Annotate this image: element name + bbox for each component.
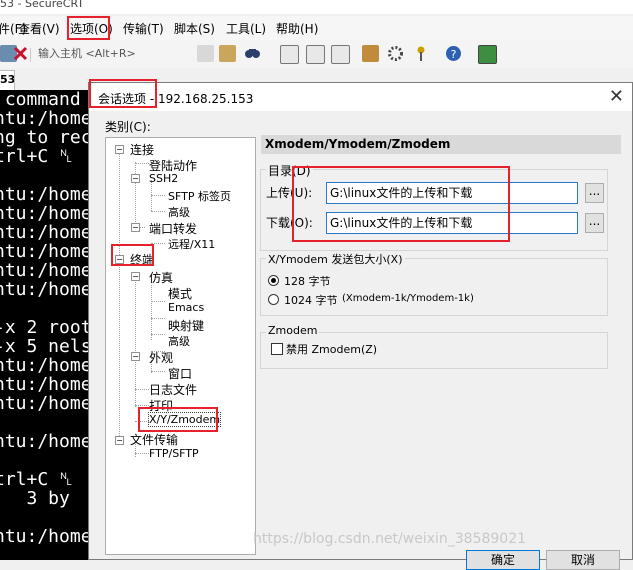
svg-text:?: ? bbox=[451, 48, 457, 61]
menu-view[interactable]: 查看(V) bbox=[18, 20, 60, 37]
disable-zmodem-label: 禁用 Zmodem(Z) bbox=[286, 343, 378, 356]
app-title: 53 - SecureCRT bbox=[0, 0, 85, 10]
zmodem-label: Zmodem bbox=[266, 324, 320, 337]
print-icon[interactable] bbox=[280, 45, 299, 64]
global-options-icon[interactable] bbox=[387, 45, 404, 62]
tree-item-ssh2[interactable]: SSH2 bbox=[149, 172, 178, 185]
print-setup-icon[interactable] bbox=[306, 45, 325, 64]
toolbar-separator bbox=[30, 48, 31, 62]
menu-script[interactable]: 脚本(S) bbox=[174, 20, 215, 37]
tree-item-ftp-sftp[interactable]: FTP/SFTP bbox=[149, 447, 199, 460]
watermark: https://blog.csdn.net/weixin_38589021 bbox=[253, 531, 527, 547]
terminal-line: 3 by bbox=[0, 488, 70, 509]
collapse-toggle[interactable]: − bbox=[131, 272, 140, 281]
options-menu-highlight bbox=[67, 16, 110, 40]
ok-button[interactable]: 确定 bbox=[466, 550, 540, 570]
terminal-line: trl+C ␤ bbox=[0, 469, 74, 490]
collapse-toggle[interactable]: − bbox=[131, 352, 140, 361]
terminal-line: -x 2 root bbox=[0, 317, 92, 338]
tree-item-file-transfer[interactable]: 文件传输 bbox=[130, 431, 178, 448]
help-icon[interactable]: ? bbox=[445, 45, 462, 62]
tree-item-port-forwarding[interactable]: 端口转发 bbox=[149, 220, 197, 237]
radio-128-bytes[interactable] bbox=[268, 275, 279, 286]
cancel-button[interactable]: 取消 bbox=[546, 550, 620, 570]
menu-tools[interactable]: 工具(L) bbox=[226, 20, 266, 37]
tree-item-modes[interactable]: 模式 bbox=[168, 285, 192, 302]
session-options-dialog: 会话选项 - 192.168.25.153 ✕ 类别(C): − 连接 登陆动作… bbox=[88, 82, 633, 570]
radio-1024-note: (Xmodem-1k/Ymodem-1k) bbox=[342, 293, 474, 304]
tree-item-mapped-keys[interactable]: 映射键 bbox=[168, 317, 204, 334]
category-tree: − 连接 登陆动作 − SSH2 SFTP 标签页 高级 − 端口转发 远程/X… bbox=[105, 137, 256, 555]
radio-128-label: 128 字节 bbox=[284, 275, 331, 288]
terminal-line: command bbox=[0, 90, 81, 110]
tree-item-ssh2-advanced[interactable]: 高级 bbox=[168, 204, 190, 220]
menu-help[interactable]: 帮助(H) bbox=[276, 20, 318, 37]
paste-icon[interactable] bbox=[219, 45, 236, 62]
terminal-line: -x 5 nels bbox=[0, 336, 92, 357]
printer-icon[interactable] bbox=[331, 45, 350, 64]
tree-item-emulation-advanced[interactable]: 高级 bbox=[168, 333, 190, 349]
radio-1024-bytes[interactable] bbox=[268, 294, 279, 305]
terminal-line: ng to rec bbox=[0, 127, 92, 148]
session-tab[interactable]: 53 bbox=[0, 70, 15, 92]
tree-item-sftp-tab[interactable]: SFTP 标签页 bbox=[168, 188, 231, 204]
disable-zmodem-checkbox[interactable] bbox=[271, 343, 283, 355]
terminal-line: ntu:/home bbox=[0, 393, 92, 414]
terminal-category-highlight bbox=[111, 244, 154, 266]
tree-item-emacs[interactable]: Emacs bbox=[168, 301, 204, 314]
packet-size-label: X/Ymodem 发送包大小(X) bbox=[266, 251, 405, 267]
tree-item-window[interactable]: 窗口 bbox=[168, 365, 192, 382]
directories-highlight bbox=[292, 166, 510, 242]
disconnect-icon[interactable] bbox=[13, 46, 28, 61]
terminal-line: ntu:/home bbox=[0, 279, 92, 300]
close-icon[interactable]: ✕ bbox=[609, 86, 624, 107]
terminal-area[interactable]: command ntu:/home ng to rec trl+C ␤ ntu:/hom… bbox=[0, 90, 96, 560]
download-browse-button[interactable]: ... bbox=[585, 213, 604, 233]
terminal-line: ntu:/home bbox=[0, 431, 92, 452]
radio-1024-label: 1024 字节 bbox=[284, 294, 338, 307]
terminal-line: trl+C ␤ bbox=[0, 146, 74, 167]
terminal-line: ntu:/home bbox=[0, 108, 92, 129]
dialog-title-bar: 会话选项 - 192.168.25.153 ✕ bbox=[89, 83, 632, 111]
collapse-toggle[interactable]: − bbox=[115, 436, 124, 445]
tree-item-connection[interactable]: 连接 bbox=[130, 141, 154, 158]
menu-transfer[interactable]: 传输(T) bbox=[123, 20, 164, 37]
panel-header-bar: Xmodem/Ymodem/Zmodem bbox=[261, 135, 621, 154]
quick-connect-input[interactable]: 输入主机 <Alt+R> bbox=[38, 45, 136, 61]
tree-item-appearance[interactable]: 外观 bbox=[149, 349, 173, 366]
terminal-line: ntu:/home bbox=[0, 203, 92, 224]
terminal-line: ntu:/home bbox=[0, 355, 92, 376]
sftp-icon[interactable] bbox=[478, 45, 497, 64]
terminal-line: ntu:/home bbox=[0, 260, 92, 281]
copy-icon[interactable] bbox=[197, 45, 214, 62]
collapse-toggle[interactable]: − bbox=[131, 223, 140, 232]
terminal-line: ntu:/home bbox=[0, 222, 92, 243]
toolbar: 输入主机 <Alt+R> ? bbox=[0, 40, 633, 69]
find-icon[interactable] bbox=[244, 45, 261, 62]
panel-title: Xmodem/Ymodem/Zmodem bbox=[265, 137, 451, 151]
tree-item-log-file[interactable]: 日志文件 bbox=[149, 381, 197, 398]
dialog-title-highlight bbox=[89, 79, 157, 108]
collapse-toggle[interactable]: − bbox=[115, 145, 124, 154]
tree-item-remote-x11[interactable]: 远程/X11 bbox=[168, 236, 215, 252]
collapse-toggle[interactable]: − bbox=[131, 174, 140, 183]
session-options-icon[interactable] bbox=[362, 45, 379, 62]
terminal-line: ntu:/home bbox=[0, 241, 92, 262]
app-title-bar: 53 - SecureCRT bbox=[0, 0, 633, 14]
terminal-line: ntu:/home bbox=[0, 184, 92, 205]
upload-browse-button[interactable]: ... bbox=[585, 183, 604, 203]
category-label: 类别(C): bbox=[105, 120, 151, 134]
terminal-line: ntu:/home bbox=[0, 374, 92, 395]
keymap-icon[interactable] bbox=[413, 45, 430, 62]
tree-item-emulation[interactable]: 仿真 bbox=[149, 269, 173, 286]
terminal-line: ntu:/home bbox=[0, 526, 92, 547]
xyzmodem-category-highlight bbox=[138, 407, 218, 432]
